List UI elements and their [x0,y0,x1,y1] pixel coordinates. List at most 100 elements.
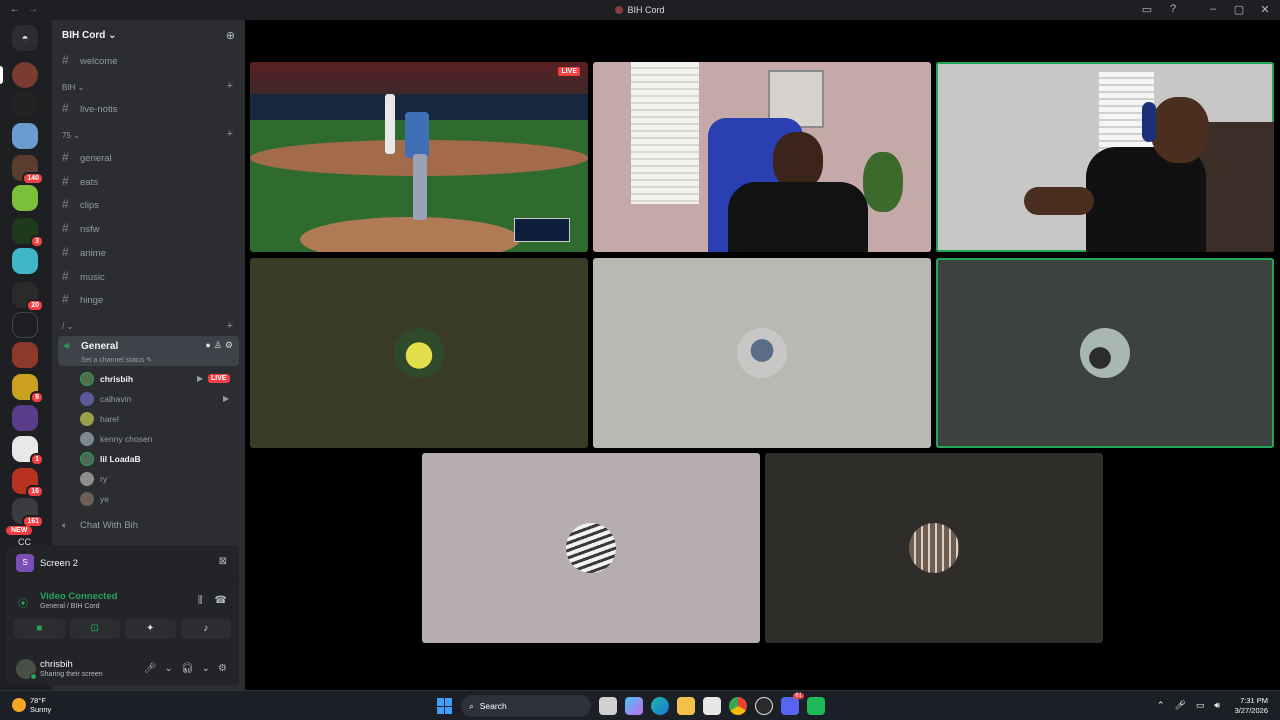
voice-user[interactable]: calhavin [80,392,131,406]
avatar [1080,328,1130,378]
voice-channel-chat-with-bih[interactable]: 🔈︎ Chat With Bih [62,520,138,531]
channel-nsfw[interactable]: # nsfw [62,221,100,235]
category-75[interactable]: 75 ⌄ [62,131,80,140]
channel-hinge[interactable]: # hinge [62,292,103,306]
signal-icon[interactable]: ⦿ [18,595,28,610]
server-icon-3[interactable] [12,123,38,149]
channel-music[interactable]: # music [62,269,105,283]
discord-home-icon[interactable]: ◓ [12,25,38,51]
channel-status[interactable]: Set a channel status ✎ [81,356,152,364]
server-icon-12[interactable] [12,405,38,431]
channel-live-notis[interactable]: # live-notis [62,101,118,115]
gear-icon[interactable]: ⚙ [225,340,233,351]
voice-user[interactable]: lil LoadaB [80,452,141,466]
soundboard-button[interactable]: ♪ [180,619,231,639]
server-icon-14[interactable]: 16 [12,468,44,498]
notification-badge: 61 [793,693,804,699]
close-button[interactable]: ✕ [1258,3,1272,16]
volume-icon[interactable]: 🔊︎ [1214,700,1220,711]
participant-tile[interactable] [936,258,1274,448]
server-icon-7[interactable] [12,248,38,274]
windows-start-icon[interactable] [437,698,453,714]
server-icon-11[interactable]: 9 [12,374,44,404]
pencil-icon: ✎ [146,357,153,364]
participant-tile[interactable] [422,453,760,643]
server-icon-15[interactable]: 161 [12,498,44,528]
channel-welcome[interactable]: # welcome [62,53,118,67]
server-icon-9[interactable] [12,312,38,338]
weather-widget[interactable]: 78°F Sunny [12,696,51,714]
server-icon-8[interactable]: 20 [12,282,44,312]
channel-general[interactable]: # general [62,150,112,164]
file-explorer-icon[interactable] [677,697,695,715]
chevron-down-icon[interactable]: ⌄ [165,663,173,674]
headphones-icon[interactable]: 🎧︎ [181,663,194,674]
server-icon-4[interactable]: 140 [12,155,44,185]
gear-icon[interactable]: ⚙ [218,663,227,674]
chevron-up-icon[interactable]: ⌃ [1157,700,1165,711]
avatar [80,412,94,426]
voice-user[interactable]: kenny chosen [80,432,152,446]
voice-user[interactable]: ye [80,492,109,506]
copilot-icon[interactable] [625,697,643,715]
camera-button[interactable]: ■ [14,619,65,639]
chrome-icon[interactable] [729,697,747,715]
taskbar-apps: ⌕ Search 61 [437,693,825,717]
server-icon-13[interactable]: 1 [12,436,44,466]
microphone-icon[interactable]: 🎤︎ [1174,700,1185,711]
webcam-tile[interactable] [593,62,931,252]
notification-badge: 9 [30,391,44,404]
category-bih[interactable]: BIH ⌄ [62,83,84,92]
server-icon-6[interactable]: 3 [12,218,44,248]
add-user-icon[interactable]: ⊕ [226,29,235,42]
disconnect-icon[interactable]: ☎ [215,595,227,606]
server-icon-5[interactable] [12,185,38,211]
chat-icon[interactable]: ● [205,340,210,351]
chevron-down-icon[interactable]: ⌄ [202,663,210,674]
taskbar-search[interactable]: ⌕ Search [461,695,591,717]
notification-badge: 20 [26,299,44,312]
inbox-icon[interactable]: ▭ [1140,3,1154,16]
task-view-icon[interactable] [599,697,617,715]
stop-share-icon[interactable]: ⊠ [219,556,227,567]
help-icon[interactable]: ? [1166,3,1180,16]
maximize-button[interactable]: ▢ [1232,3,1246,16]
add-channel-icon[interactable]: + [227,80,233,92]
store-icon[interactable] [703,697,721,715]
microphone-icon[interactable]: 🎤︎ [144,663,157,674]
app-icon[interactable] [807,697,825,715]
webcam-tile[interactable] [936,62,1274,252]
server-name-header[interactable]: BIH Cord ⌄ [62,30,117,41]
server-icon-2[interactable] [12,92,38,118]
chatgpt-icon[interactable] [755,697,773,715]
display-icon[interactable]: ▭ [1196,700,1205,711]
participant-tile[interactable] [765,453,1103,643]
voice-user[interactable]: chrisbih [80,372,133,386]
stream-tile[interactable]: LIVE [250,62,588,252]
share-screen-button[interactable]: ⊡ [69,619,120,639]
edge-icon[interactable] [651,697,669,715]
minimize-button[interactable]: – [1206,3,1220,16]
window-blinds [631,62,699,204]
scoreboard-bug [514,218,570,242]
activities-button[interactable]: ✦ [125,619,176,639]
hash-icon: # [62,245,69,259]
voice-channel-general[interactable]: 🔊︎ General Set a channel status ✎ ● ♙ ⚙ [58,336,239,366]
server-bih-cord[interactable] [0,62,38,88]
voice-user[interactable]: ry [80,472,107,486]
add-channel-icon[interactable]: + [227,320,233,332]
server-icon-10[interactable] [12,342,38,368]
voice-user[interactable]: harel [80,412,119,426]
discord-icon[interactable]: 61 [781,693,804,715]
channel-anime[interactable]: # anime [62,245,106,259]
participant-tile[interactable] [250,258,588,448]
channel-eats[interactable]: # eats [62,174,98,188]
noise-suppression-icon[interactable]: ⫼ [198,595,203,606]
channel-clips[interactable]: # clips [62,197,99,211]
invite-icon[interactable]: ♙ [214,340,222,351]
participant-tile[interactable] [593,258,931,448]
screen-share-row[interactable]: S Screen 2 ⊠ [6,545,239,579]
taskbar-clock[interactable]: 7:31 PM 3/27/2026 [1235,696,1268,716]
add-channel-icon[interactable]: + [227,128,233,140]
category-slash[interactable]: / ⌄ [62,322,73,331]
